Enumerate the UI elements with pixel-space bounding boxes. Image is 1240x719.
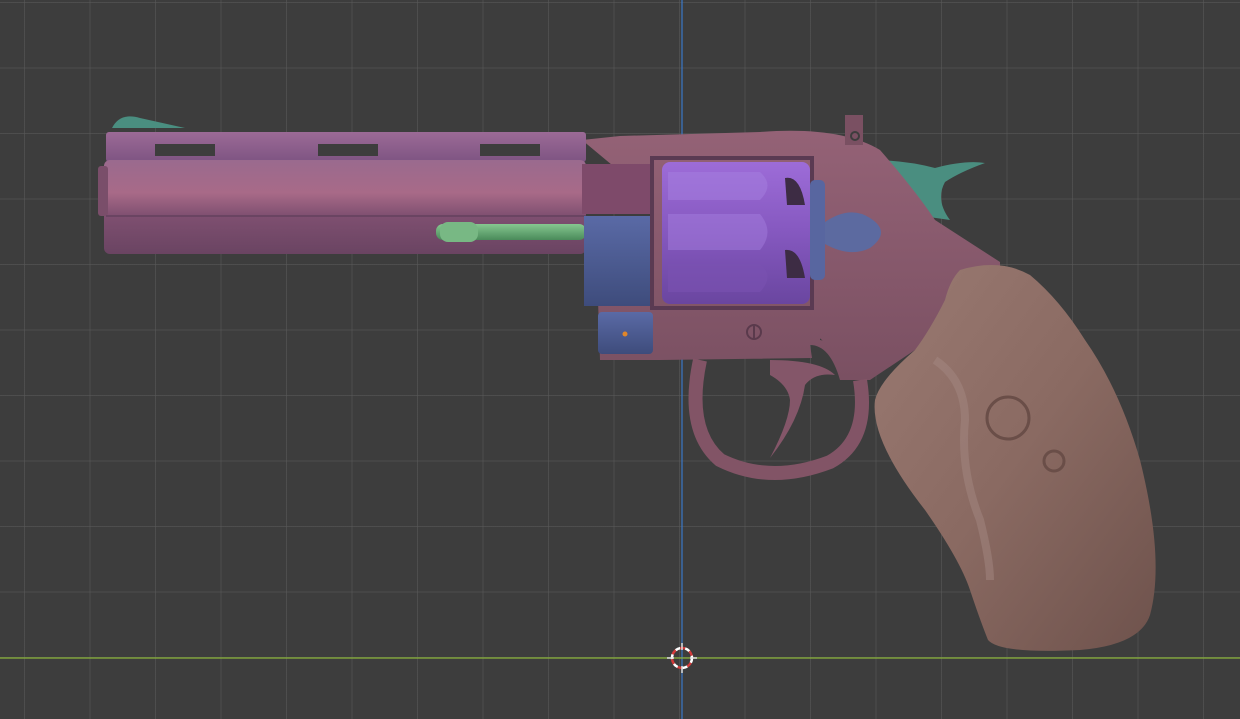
crane [584, 216, 654, 306]
viewport-scene [0, 0, 1240, 719]
trigger [770, 360, 835, 458]
revolver-model [98, 115, 1156, 651]
frame-front [582, 164, 654, 214]
front-sight [112, 116, 185, 128]
3d-viewport[interactable] [0, 0, 1240, 719]
